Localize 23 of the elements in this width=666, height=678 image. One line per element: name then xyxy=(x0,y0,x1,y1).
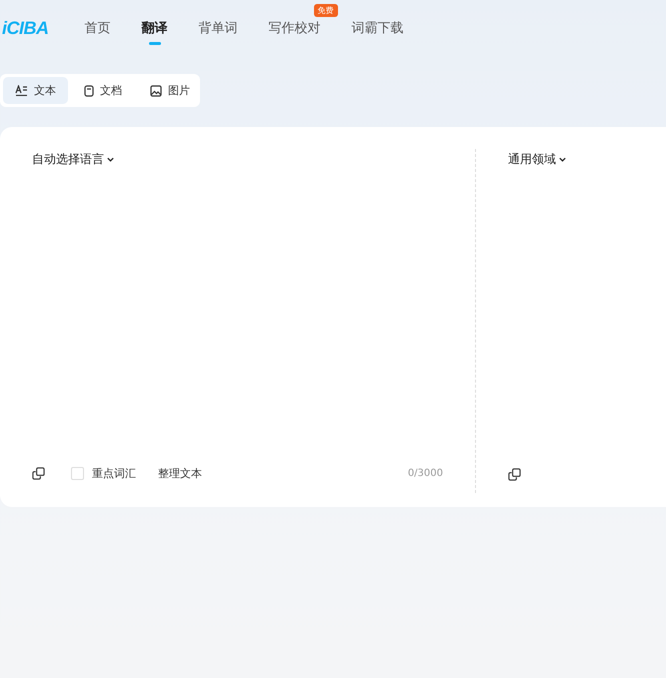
language-selector[interactable]: 自动选择语言 xyxy=(32,151,115,168)
nav-tab[interactable]: 首页 xyxy=(84,11,110,45)
nav-tab[interactable]: 词霸下载 xyxy=(352,11,404,45)
image-icon xyxy=(150,84,162,96)
copy-icon xyxy=(508,468,521,481)
domain-selector[interactable]: 通用领域 xyxy=(508,151,567,168)
free-badge: 免费 xyxy=(314,4,338,17)
nav-tab[interactable]: 背单词 xyxy=(198,11,238,45)
checkbox[interactable] xyxy=(71,467,84,480)
copy-icon xyxy=(32,467,45,480)
copy-button[interactable] xyxy=(32,467,45,480)
nav-tab[interactable]: 翻译 xyxy=(142,11,168,45)
copy-button[interactable] xyxy=(508,468,521,481)
text-format-icon xyxy=(15,85,28,96)
chevron-down-icon xyxy=(558,155,567,164)
character-count: 0/3000 xyxy=(408,468,443,479)
tidy-text-link[interactable]: 整理文本 xyxy=(158,466,202,481)
checkbox-label: 重点词汇 xyxy=(92,466,136,481)
document-icon xyxy=(84,84,94,96)
chevron-down-icon xyxy=(106,155,115,164)
mode-tab[interactable]: 图片 xyxy=(138,77,202,104)
mode-tab[interactable]: 文档 xyxy=(72,77,134,104)
mode-tab[interactable]: 文本 xyxy=(3,77,68,104)
